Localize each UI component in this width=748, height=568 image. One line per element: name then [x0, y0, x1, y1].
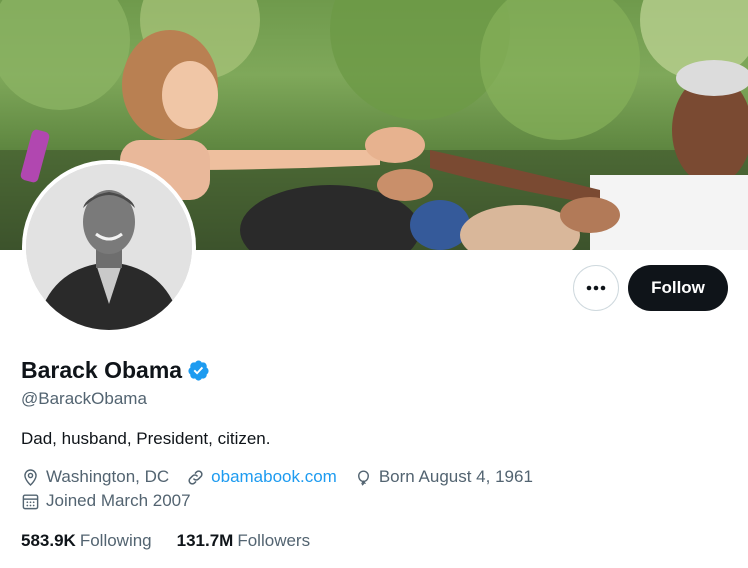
balloon-icon	[354, 468, 373, 487]
link-icon	[186, 468, 205, 487]
calendar-icon	[21, 492, 40, 511]
following-stat[interactable]: 583.9K Following	[21, 531, 152, 551]
follow-button[interactable]: Follow	[628, 265, 728, 311]
followers-stat[interactable]: 131.7M Followers	[177, 531, 310, 551]
joined-row: Joined March 2007	[21, 491, 191, 511]
avatar-photo	[26, 164, 192, 330]
location-pin-icon	[21, 468, 40, 487]
verified-badge-icon[interactable]	[187, 359, 210, 382]
profile-avatar[interactable]	[22, 160, 196, 334]
following-count: 583.9K	[21, 531, 76, 550]
avatar-portrait	[26, 164, 192, 330]
birthday-text: Born August 4, 1961	[378, 467, 533, 486]
more-options-button[interactable]	[573, 265, 619, 311]
more-icon	[586, 285, 606, 291]
profile-bio: Dad, husband, President, citizen.	[21, 429, 271, 448]
location-text: Washington, DC	[46, 467, 170, 486]
location-item: Washington, DC	[21, 467, 169, 487]
profile-name-row: Barack Obama	[21, 357, 210, 384]
following-label: Following	[79, 531, 152, 550]
joined-text: Joined March 2007	[46, 491, 191, 510]
birthday-item: Born August 4, 1961	[354, 467, 533, 487]
followers-count: 131.7M	[176, 531, 234, 550]
website-link[interactable]: obamabook.com	[211, 467, 337, 487]
website-item: obamabook.com	[186, 467, 337, 487]
profile-meta-row: Washington, DC obamabook.com Born August…	[21, 467, 550, 487]
profile-name: Barack Obama	[21, 357, 183, 383]
profile-stats: 583.9K Following 131.7M Followers	[21, 531, 335, 551]
profile-handle: @BarackObama	[21, 389, 147, 408]
followers-label: Followers	[237, 531, 311, 550]
